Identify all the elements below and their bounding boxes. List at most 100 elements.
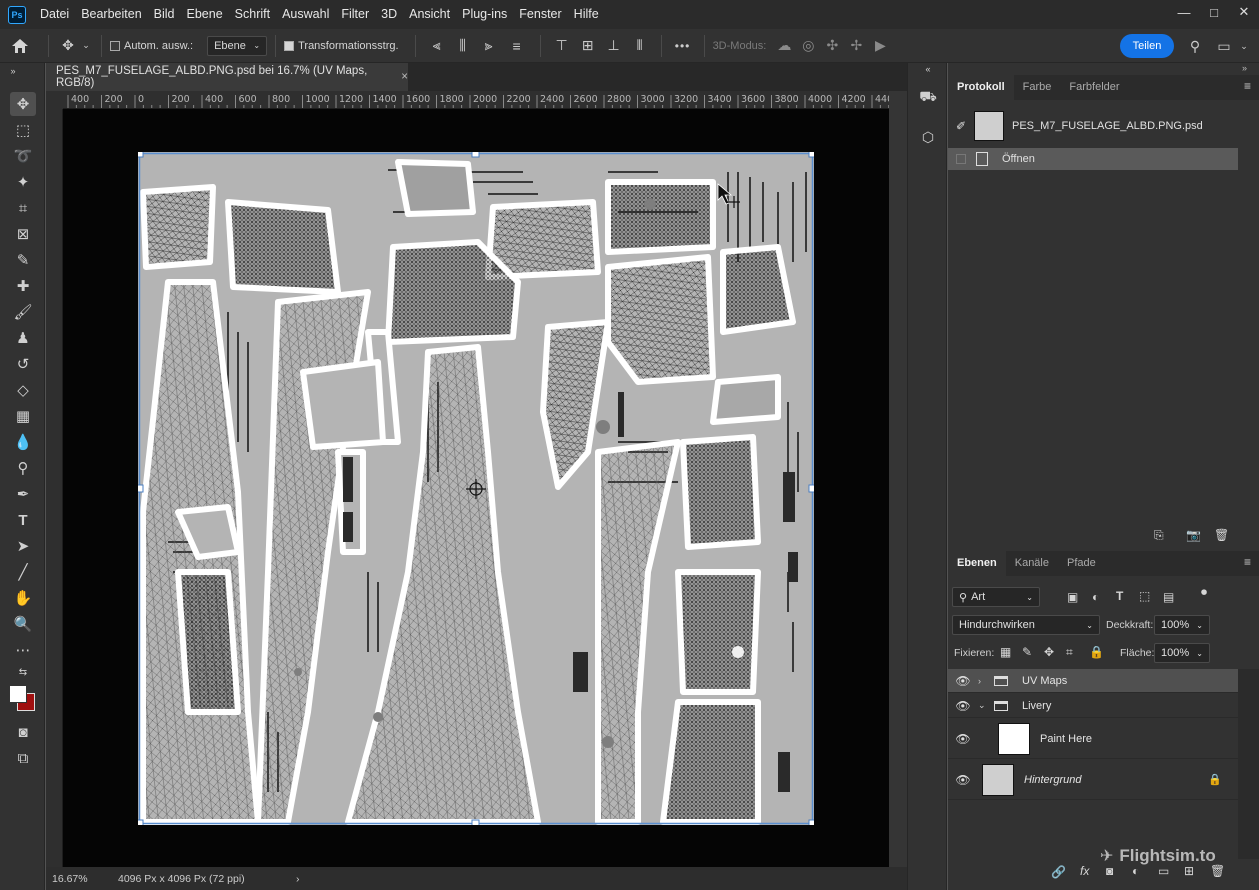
quick-mask-icon[interactable]: ◙	[10, 720, 36, 744]
status-menu-arrow-icon[interactable]: ›	[296, 873, 300, 885]
line-tool-icon[interactable]: ╱	[10, 560, 36, 584]
stamp-tool-icon[interactable]: ♟	[10, 326, 36, 350]
chevron-right-icon[interactable]: ›	[978, 676, 988, 686]
share-button[interactable]: Teilen	[1120, 34, 1174, 58]
collapse-panels-icon[interactable]: »	[1242, 63, 1247, 73]
tab-farbe[interactable]: Farbe	[1014, 75, 1061, 100]
3d-pan-icon[interactable]: ✣	[820, 33, 844, 59]
visibility-eye-icon[interactable]: 👁	[948, 732, 978, 746]
history-brush-tool-icon[interactable]: ↺	[10, 352, 36, 376]
menu-datei[interactable]: Datei	[34, 0, 75, 29]
camera-snapshot-icon[interactable]: 📷	[1186, 528, 1201, 542]
3d-orbit-icon[interactable]: ☁	[772, 33, 796, 59]
delete-state-icon[interactable]: 🗑	[1214, 528, 1229, 542]
menu-bild[interactable]: Bild	[148, 0, 181, 29]
add-mask-icon[interactable]: ◙	[1106, 864, 1113, 878]
filter-type-icon[interactable]: T	[1116, 589, 1123, 603]
close-tab-icon[interactable]: ×	[401, 71, 408, 83]
transform-controls-checkbox[interactable]	[284, 40, 295, 51]
panel-menu-icon[interactable]: ≡	[1244, 555, 1251, 569]
crop-tool-icon[interactable]: ⌗	[10, 196, 36, 220]
eraser-tool-icon[interactable]: ◇	[10, 378, 36, 402]
link-layers-icon[interactable]: 🔗	[1051, 865, 1066, 879]
collapse-toolbar-icon[interactable]: »	[6, 65, 20, 77]
tab-kanaele[interactable]: Kanäle	[1006, 551, 1058, 576]
blend-mode-select[interactable]: Hindurchwirken ⌄	[952, 615, 1100, 635]
lock-artboard-icon[interactable]: ⌗	[1066, 645, 1073, 660]
menu-ebene[interactable]: Ebene	[181, 0, 229, 29]
distribute-v-icon[interactable]: ⦀	[627, 33, 653, 59]
search-icon[interactable]: ⚲	[1183, 33, 1207, 59]
frame-tool-icon[interactable]: ⊠	[10, 222, 36, 246]
menu-plugins[interactable]: Plug-ins	[456, 0, 513, 29]
visibility-eye-icon[interactable]: 👁	[948, 699, 978, 713]
workspace-icon[interactable]: ▭	[1212, 33, 1236, 59]
expand-panels-icon[interactable]: «	[916, 63, 940, 75]
marquee-tool-icon[interactable]: ⬚	[10, 118, 36, 142]
filter-toggle-icon[interactable]: ⏺	[1201, 585, 1207, 600]
filter-pixel-icon[interactable]: ▣	[1067, 590, 1078, 604]
fill-field[interactable]: 100% ⌄	[1154, 643, 1210, 663]
lock-transparent-icon[interactable]: ▦	[1000, 645, 1011, 659]
more-options-icon[interactable]: •••	[670, 33, 696, 59]
align-bottom-icon[interactable]: ⊥	[601, 33, 627, 59]
tab-pfade[interactable]: Pfade	[1058, 551, 1105, 576]
align-center-h-icon[interactable]: ⫼	[450, 33, 476, 59]
brush-tool-icon[interactable]: 🖌	[10, 300, 36, 324]
visibility-eye-icon[interactable]: 👁	[948, 674, 978, 688]
blur-tool-icon[interactable]: 💧	[10, 430, 36, 454]
zoom-tool-icon[interactable]: 🔍	[10, 612, 36, 636]
distribute-h-icon[interactable]: ≡	[502, 33, 532, 59]
swap-colors-icon[interactable]: ⇆	[10, 664, 36, 680]
horizontal-ruler[interactable]: 400 200 0 200 400 600 800 1000 1200 1400 1600 1800 2…	[63, 91, 889, 109]
tab-protokoll[interactable]: Protokoll	[948, 75, 1014, 100]
menu-ansicht[interactable]: Ansicht	[403, 0, 456, 29]
lock-image-icon[interactable]: ✎	[1022, 645, 1032, 659]
layers-scrollbar[interactable]	[1238, 669, 1259, 859]
layer-hintergrund[interactable]: 👁 Hintergrund 🔒	[948, 760, 1238, 800]
menu-fenster[interactable]: Fenster	[513, 0, 567, 29]
pen-tool-icon[interactable]: ✒	[10, 482, 36, 506]
stamp-panel-icon[interactable]: ⛟	[916, 85, 940, 109]
minimize-button[interactable]: —	[1169, 0, 1199, 24]
close-window-button[interactable]: ✕	[1229, 0, 1259, 24]
gradient-tool-icon[interactable]: ▦	[10, 404, 36, 428]
document-tab[interactable]: PES_M7_FUSELAGE_ALBD.PNG.psd bei 16.7% (…	[46, 63, 408, 91]
auto-select-checkbox[interactable]	[110, 40, 120, 51]
history-brush-source-icon[interactable]: ✐	[948, 119, 974, 133]
filter-adjustment-icon[interactable]: ◐	[1092, 590, 1099, 604]
hand-tool-icon[interactable]: ✋	[10, 586, 36, 610]
chevron-down-icon[interactable]: ⌄	[978, 700, 988, 711]
lock-position-icon[interactable]: ✥	[1044, 645, 1054, 659]
auto-select-target-select[interactable]: Ebene ⌄	[207, 35, 268, 56]
history-state[interactable]: Öffnen	[948, 148, 1238, 170]
fx-icon[interactable]: fx	[1080, 864, 1089, 878]
dodge-tool-icon[interactable]: ⚲	[10, 456, 36, 480]
history-snapshot[interactable]: ✐ PES_M7_FUSELAGE_ALBD.PNG.psd	[948, 107, 1238, 145]
home-icon[interactable]	[0, 33, 40, 59]
vertical-ruler[interactable]	[46, 109, 63, 867]
3d-slide-icon[interactable]: ✢	[844, 33, 868, 59]
align-left-icon[interactable]: ⫷	[424, 33, 450, 59]
visibility-eye-icon[interactable]: 👁	[948, 773, 978, 787]
new-layer-icon[interactable]: ⊞	[1184, 864, 1194, 878]
move-tool-icon[interactable]: ✥	[57, 33, 79, 59]
move-tool-icon[interactable]: ✥	[10, 92, 36, 116]
maximize-button[interactable]: □	[1199, 0, 1229, 24]
layer-paint-here[interactable]: 👁 Paint Here	[948, 719, 1238, 759]
canvas-area[interactable]	[63, 109, 889, 867]
eyedropper-tool-icon[interactable]: ✎	[10, 248, 36, 272]
3d-cube-panel-icon[interactable]: ⬡	[916, 125, 940, 149]
new-group-icon[interactable]: ▭	[1158, 864, 1169, 878]
history-source-checkbox[interactable]	[956, 154, 966, 164]
tab-ebenen[interactable]: Ebenen	[948, 551, 1006, 576]
align-top-icon[interactable]: ⊤	[549, 33, 575, 59]
chevron-down-icon[interactable]: ⌄	[79, 33, 93, 59]
adjustment-layer-icon[interactable]: ◐	[1132, 864, 1139, 878]
align-middle-v-icon[interactable]: ⊞	[575, 33, 601, 59]
layer-livery[interactable]: 👁 ⌄ Livery	[948, 694, 1238, 718]
healing-brush-tool-icon[interactable]: ✚	[10, 274, 36, 298]
layer-uv-maps[interactable]: 👁 › UV Maps	[948, 669, 1238, 693]
menu-filter[interactable]: Filter	[335, 0, 375, 29]
screen-mode-icon[interactable]: ⧉	[10, 746, 36, 770]
